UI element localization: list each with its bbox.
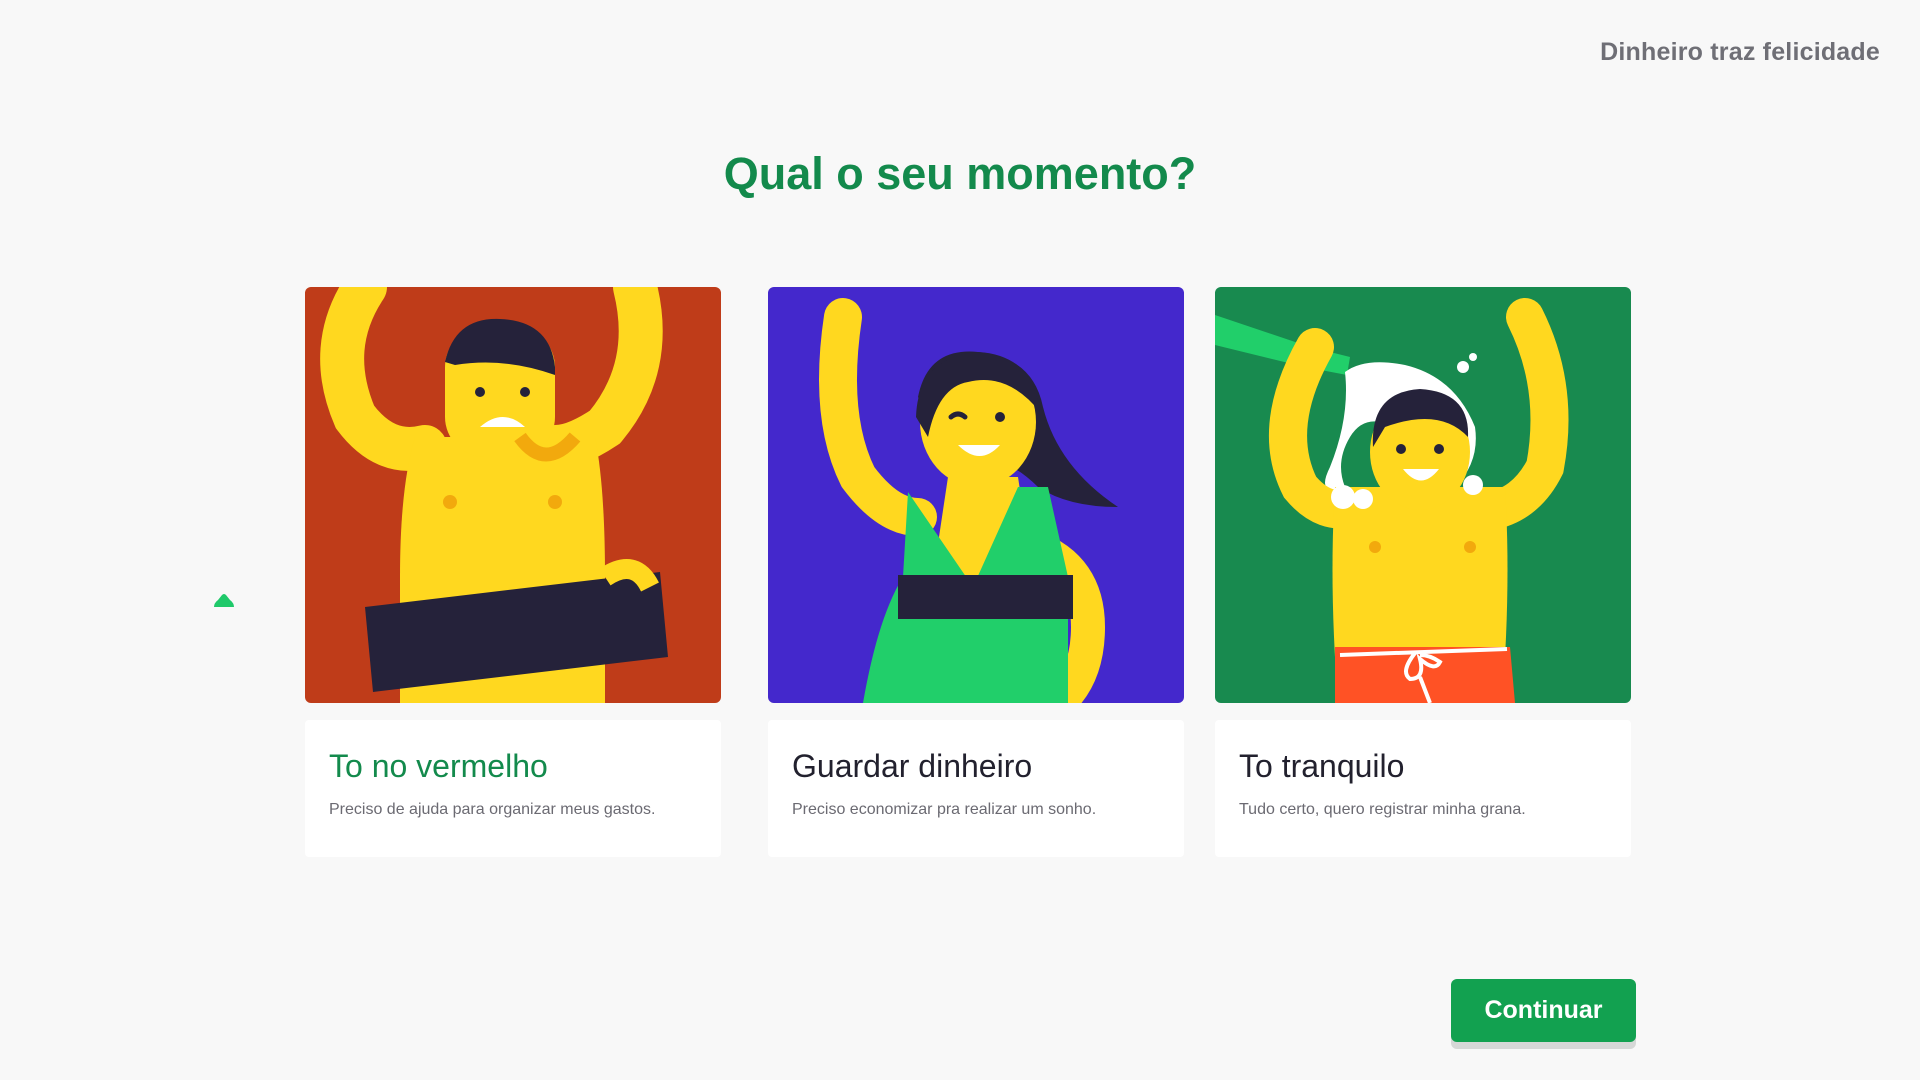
continue-button[interactable]: Continuar (1451, 979, 1636, 1042)
option-name: To no vermelho (329, 748, 548, 784)
brand-logo: Dinheiro traz felicidade (1600, 38, 1880, 66)
option-description: Preciso economizar pra realizar um sonho… (792, 801, 1097, 818)
option-name: Guardar dinheiro (792, 748, 1033, 784)
option-info: Guardar dinheiro Preciso economizar pra … (768, 720, 1184, 857)
chevron-up-icon (212, 591, 236, 614)
page-title: Qual o seu momento? (723, 148, 1197, 199)
option-name: To tranquilo (1239, 748, 1405, 784)
option-description: Tudo certo, quero registrar minha grana. (1239, 801, 1526, 818)
option-illustration-purple (768, 287, 1184, 703)
option-description: Preciso de ajuda para organizar meus gas… (329, 801, 656, 818)
option-info: To no vermelho Preciso de ajuda para org… (305, 720, 721, 857)
option-illustration-green (1215, 287, 1631, 703)
option-illustration-red (305, 287, 721, 703)
option-card-to-no-vermelho[interactable]: To no vermelho Preciso de ajuda para org… (305, 287, 721, 857)
option-info: To tranquilo Tudo certo, quero registrar… (1215, 720, 1631, 857)
option-card-to-tranquilo[interactable]: To tranquilo Tudo certo, quero registrar… (1215, 287, 1631, 857)
option-card-guardar-dinheiro[interactable]: Guardar dinheiro Preciso economizar pra … (768, 287, 1184, 857)
